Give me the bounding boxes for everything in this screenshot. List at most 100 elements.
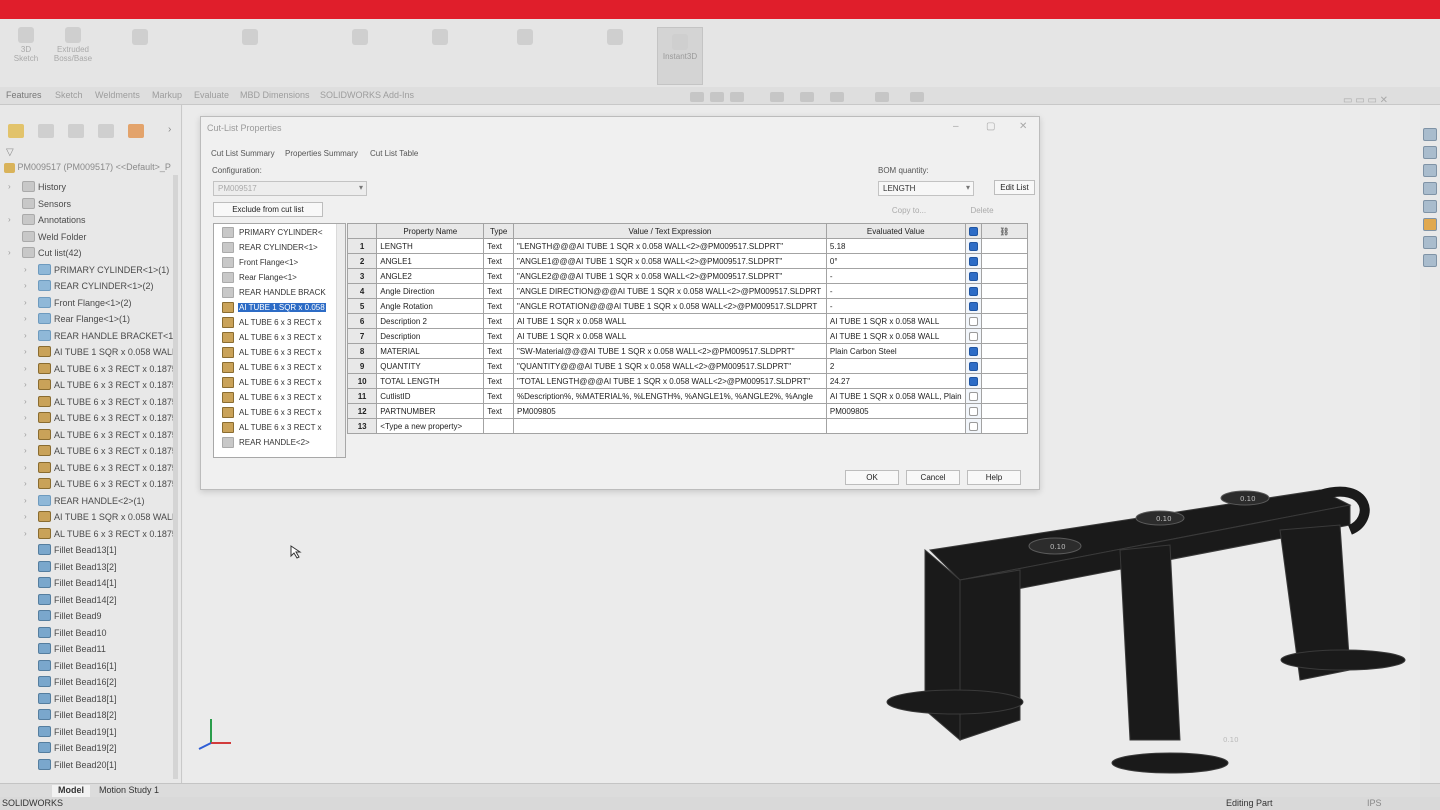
tree-item[interactable]: Fillet Bead10: [0, 625, 176, 641]
cut-list-item[interactable]: PRIMARY CYLINDER<: [214, 226, 334, 241]
property-name-cell[interactable]: Angle Rotation: [376, 298, 485, 314]
tree-item[interactable]: Fillet Bead13[1]: [0, 542, 176, 558]
tree-item[interactable]: Fillet Bead16[2]: [0, 674, 176, 690]
property-row[interactable]: 9 QUANTITY Text "QUANTITY@@@AI TUBE 1 SQR x…: [346, 358, 1029, 374]
zoom-area-icon[interactable]: [710, 92, 724, 102]
include-checkbox-cell[interactable]: [964, 373, 982, 389]
tab-sketch[interactable]: Sketch: [55, 90, 83, 100]
property-row[interactable]: 7 Description Text AI TUBE 1 SQR x 0.058 WA…: [346, 328, 1029, 344]
tree-scrollbar[interactable]: [173, 175, 178, 779]
cut-list-item[interactable]: AL TUBE 6 x 3 RECT x: [214, 376, 334, 391]
property-name-cell[interactable]: CutlistID: [376, 388, 485, 404]
cut-list-item[interactable]: AL TUBE 6 x 3 RECT x: [214, 361, 334, 376]
tree-item[interactable]: › Cut list(42): [0, 245, 176, 261]
minimize-icon[interactable]: –: [953, 121, 959, 132]
type-cell[interactable]: [483, 418, 514, 434]
property-row[interactable]: 1 LENGTH Text "LENGTH@@@AI TUBE 1 SQR x 0.0…: [346, 238, 1029, 254]
expand-arrow-icon[interactable]: ›: [24, 529, 32, 538]
tree-item[interactable]: › AL TUBE 6 x 3 RECT x 0.1875: [0, 394, 176, 410]
include-checkbox-cell[interactable]: [964, 253, 982, 269]
expand-arrow-icon[interactable]: ›: [24, 413, 32, 422]
tree-item[interactable]: Fillet Bead20[1]: [0, 757, 176, 773]
cut-list-scrollbar[interactable]: [336, 224, 345, 457]
expand-arrow-icon[interactable]: ›: [24, 265, 32, 274]
type-cell[interactable]: Text: [483, 328, 514, 344]
cut-list-item[interactable]: AL TUBE 6 x 3 RECT x: [214, 331, 334, 346]
property-name-cell[interactable]: ANGLE1: [376, 253, 485, 269]
property-name-cell[interactable]: TOTAL LENGTH: [376, 373, 485, 389]
cancel-button[interactable]: Cancel: [906, 470, 960, 485]
tree-item[interactable]: Fillet Bead11: [0, 641, 176, 657]
tab-markup[interactable]: Markup: [152, 90, 182, 100]
checkbox-icon[interactable]: [968, 286, 978, 296]
type-cell[interactable]: Text: [483, 313, 514, 329]
close-icon[interactable]: ✕: [1019, 121, 1027, 132]
tree-item[interactable]: Fillet Bead19[1]: [0, 724, 176, 740]
status-units[interactable]: IPS: [1367, 798, 1382, 808]
zoom-to-fit-icon[interactable]: [690, 92, 704, 102]
cut-list-item[interactable]: AL TUBE 6 x 3 RECT x: [214, 421, 334, 436]
property-name-cell[interactable]: Angle Direction: [376, 283, 485, 299]
tree-item[interactable]: Fillet Bead18[1]: [0, 691, 176, 707]
property-name-cell[interactable]: Description: [376, 328, 485, 344]
tree-item[interactable]: Fillet Bead14[1]: [0, 575, 176, 591]
cut-list-item[interactable]: REAR CYLINDER<1>: [214, 241, 334, 256]
value-expression-cell[interactable]: "ANGLE2@@@AI TUBE 1 SQR x 0.058 WALL<2>@…: [513, 268, 827, 284]
tree-item[interactable]: › PRIMARY CYLINDER<1>(1): [0, 262, 176, 278]
expand-arrow-icon[interactable]: ›: [24, 331, 32, 340]
include-checkbox-cell[interactable]: [964, 313, 982, 329]
tree-item[interactable]: › AI TUBE 1 SQR x 0.058 WALL: [0, 344, 176, 360]
expand-arrow-icon[interactable]: ›: [24, 281, 32, 290]
checkbox-icon[interactable]: [968, 271, 978, 281]
property-name-cell[interactable]: <Type a new property>: [376, 418, 485, 434]
include-checkbox-cell[interactable]: [964, 238, 982, 254]
expand-arrow-icon[interactable]: ›: [8, 215, 16, 224]
link-icon[interactable]: ⛓: [980, 223, 1029, 239]
checkbox-icon[interactable]: [968, 361, 978, 371]
dimxpert-tab-icon[interactable]: [98, 124, 114, 138]
tree-item[interactable]: Fillet Bead16[1]: [0, 658, 176, 674]
checkbox-icon[interactable]: [968, 241, 978, 251]
property-row[interactable]: 11 CutlistID Text %Description%, %MATERIAL%…: [346, 388, 1029, 404]
type-cell[interactable]: Text: [483, 343, 514, 359]
tab-motion-study-1[interactable]: Motion Study 1: [93, 785, 165, 797]
chevron-right-icon[interactable]: ›: [168, 124, 171, 135]
tree-item[interactable]: › Rear Flange<1>(1): [0, 311, 176, 327]
ribbon-command-group-4[interactable]: [410, 29, 470, 47]
tree-item[interactable]: › AL TUBE 6 x 3 RECT x 0.1875: [0, 361, 176, 377]
view-orientation-icon[interactable]: [800, 92, 814, 102]
type-cell[interactable]: Text: [483, 238, 514, 254]
ribbon-command-group-1[interactable]: [100, 29, 180, 47]
help-button[interactable]: Help: [967, 470, 1021, 485]
tab-features[interactable]: Features: [6, 90, 42, 100]
include-checkbox-cell[interactable]: [964, 328, 982, 344]
ok-button[interactable]: OK: [845, 470, 899, 485]
tree-item[interactable]: › AL TUBE 6 x 3 RECT x 0.1875: [0, 460, 176, 476]
property-name-cell[interactable]: ANGLE2: [376, 268, 485, 284]
checkbox-icon[interactable]: [968, 316, 978, 326]
value-expression-cell[interactable]: AI TUBE 1 SQR x 0.058 WALL: [513, 328, 827, 344]
tree-item[interactable]: Fillet Bead19[2]: [0, 740, 176, 756]
tree-item[interactable]: Fillet Bead9: [0, 608, 176, 624]
scene-icon[interactable]: [910, 92, 924, 102]
tab-solidworks-add-ins[interactable]: SOLIDWORKS Add-Ins: [320, 90, 414, 100]
value-expression-cell[interactable]: "LENGTH@@@AI TUBE 1 SQR x 0.058 WALL<2>@…: [513, 238, 827, 254]
tree-root-part[interactable]: PM009517 (PM009517) <<Default>_P: [4, 162, 171, 173]
tree-item[interactable]: › AL TUBE 6 x 3 RECT x 0.1875: [0, 427, 176, 443]
configuration-select[interactable]: PM009517 ▾: [213, 181, 367, 196]
cut-list-item[interactable]: AL TUBE 6 x 3 RECT x: [214, 346, 334, 361]
value-expression-cell[interactable]: "TOTAL LENGTH@@@AI TUBE 1 SQR x 0.058 WA…: [513, 373, 827, 389]
home-icon[interactable]: [1423, 146, 1437, 159]
delete-button[interactable]: Delete: [957, 203, 1007, 218]
expand-arrow-icon[interactable]: ›: [8, 182, 16, 191]
tab-properties-summary[interactable]: Properties Summary: [285, 149, 358, 158]
display-manager-tab-icon[interactable]: [128, 124, 144, 138]
checkbox-icon[interactable]: [968, 421, 978, 431]
cut-list-item[interactable]: AL TUBE 6 x 3 RECT x: [214, 391, 334, 406]
checkbox-icon[interactable]: [968, 391, 978, 401]
appearances-icon[interactable]: [1423, 218, 1437, 231]
tab-evaluate[interactable]: Evaluate: [194, 90, 229, 100]
property-name-cell[interactable]: PARTNUMBER: [376, 403, 485, 419]
tree-item[interactable]: › AL TUBE 6 x 3 RECT x 0.1875: [0, 443, 176, 459]
tree-item[interactable]: › Front Flange<1>(2): [0, 295, 176, 311]
